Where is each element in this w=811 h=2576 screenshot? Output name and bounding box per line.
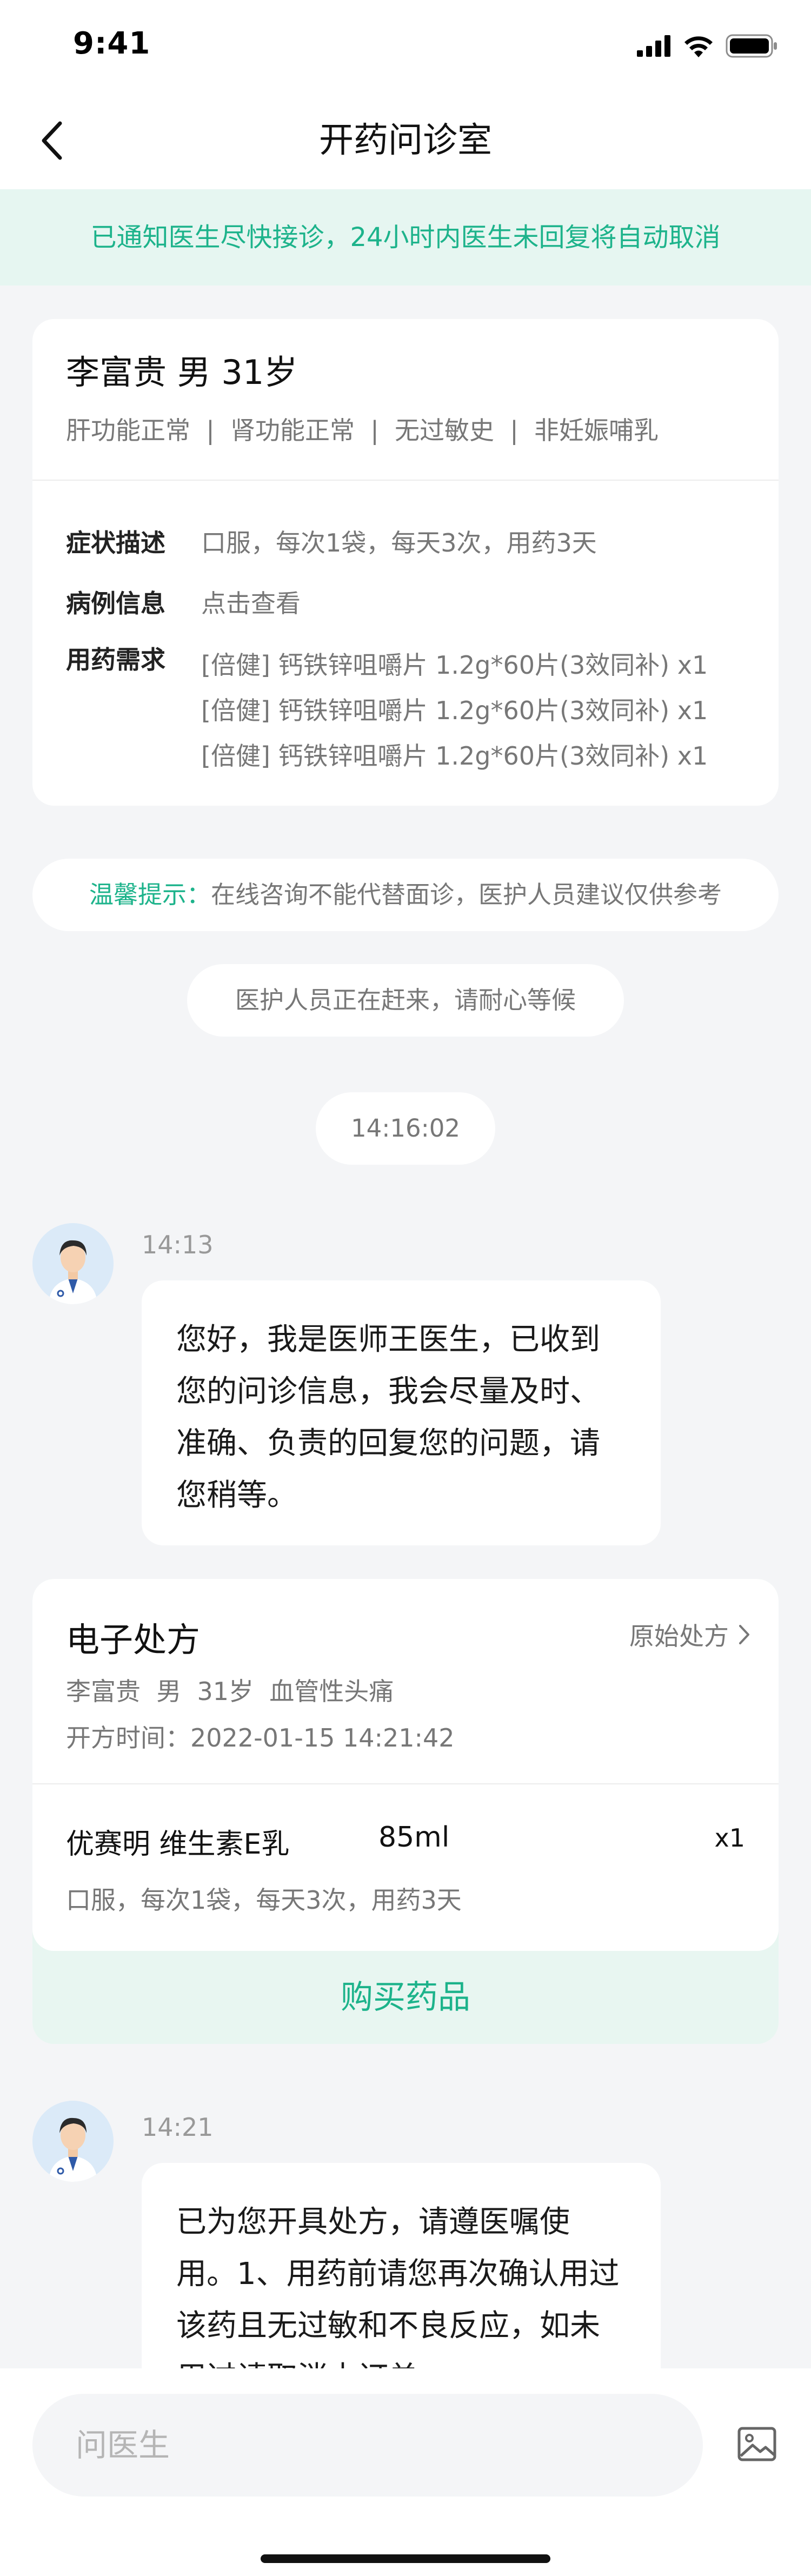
drug-name: 优赛明 维生素E乳 <box>66 1828 290 1861</box>
prescription-date: 开方时间：2022-01-15 14:21:42 <box>66 1723 455 1752</box>
wifi-icon <box>684 36 713 57</box>
drug-usage: 口服，每次1袋，每天3次，用药3天 <box>66 1885 462 1915</box>
prescription-title: 电子处方 <box>66 1620 201 1659</box>
medication-item: [倍健] 钙铁锌咀嚼片 1.2g*60片(3效同补) x1 <box>201 650 708 680</box>
chevron-left-icon <box>42 121 62 160</box>
patient-info-card: 李富贵 男 31岁 肝功能正常 | 肾功能正常 | 无过敏史 | 非妊娠哺乳 症… <box>32 319 779 806</box>
divider <box>32 480 779 481</box>
image-upload-button[interactable] <box>736 2424 777 2465</box>
medication-needs-label: 用药需求 <box>66 645 165 674</box>
case-info-label: 病例信息 <box>66 589 165 618</box>
doctor-avatar[interactable] <box>32 1223 114 1304</box>
message-time: 14:13 <box>142 1230 214 1259</box>
symptom-label: 症状描述 <box>66 528 165 557</box>
original-prescription-link[interactable]: 原始处方 <box>629 1617 750 1652</box>
page-title: 开药问诊室 <box>319 121 492 161</box>
input-bar: 问医生 <box>0 2368 811 2576</box>
divider <box>32 1783 779 1784</box>
patient-name: 李富贵 男 31岁 <box>66 353 298 392</box>
doctor-message-bubble: 您好，我是医师王医生，已收到您的问诊信息，我会尽量及时、准确、负责的回复您的问题… <box>142 1280 661 1545</box>
signal-icon <box>637 35 670 57</box>
chat-timestamp: 14:16:02 <box>316 1092 495 1165</box>
original-prescription-label: 原始处方 <box>629 1622 729 1651</box>
ask-doctor-input[interactable]: 问医生 <box>32 2394 703 2497</box>
buy-medicine-button[interactable]: 购买药品 <box>32 1951 779 2044</box>
nav-bar: 开药问诊室 <box>0 92 811 189</box>
status-icons <box>637 32 779 59</box>
doctor-avatar[interactable] <box>32 2101 114 2182</box>
back-button[interactable] <box>30 114 73 168</box>
message-time: 14:21 <box>142 2113 214 2142</box>
warm-tip-text: 在线咨询不能代替面诊，医护人员建议仅供参考 <box>211 880 722 909</box>
symptom-value: 口服，每次1袋，每天3次，用药3天 <box>201 528 597 557</box>
status-bar: 9:41 <box>0 0 811 92</box>
warm-tip-label: 温馨提示： <box>89 880 211 909</box>
drug-volume: 85ml <box>378 1821 450 1854</box>
waiting-status: 医护人员正在赶来，请耐心等候 <box>187 964 624 1037</box>
patient-health-status: 肝功能正常 | 肾功能正常 | 无过敏史 | 非妊娠哺乳 <box>66 416 659 445</box>
view-case-link[interactable]: 点击查看 <box>201 584 301 620</box>
home-indicator <box>261 2554 550 2563</box>
doctor-icon <box>32 2101 114 2182</box>
medication-item: [倍健] 钙铁锌咀嚼片 1.2g*60片(3效同补) x1 <box>201 696 708 725</box>
prescription-patient: 李富贵 男 31岁 血管性头痛 <box>66 1677 394 1706</box>
doctor-icon <box>32 1223 114 1304</box>
prescription-card: 电子处方 原始处方 李富贵 男 31岁 血管性头痛 开方时间：2022-01-1… <box>32 1579 779 2044</box>
auto-cancel-notice: 已通知医生尽快接诊，24小时内医生未回复将自动取消 <box>0 189 811 286</box>
image-icon <box>737 2427 776 2461</box>
battery-icon <box>726 34 777 58</box>
warm-tip: 温馨提示：在线咨询不能代替面诊，医护人员建议仅供参考 <box>32 859 779 931</box>
drug-quantity: x1 <box>714 1823 746 1853</box>
status-time: 9:41 <box>73 26 151 61</box>
chevron-right-icon <box>739 1625 749 1644</box>
prescription-details: 电子处方 原始处方 李富贵 男 31岁 血管性头痛 开方时间：2022-01-1… <box>32 1579 779 1951</box>
medication-item: [倍健] 钙铁锌咀嚼片 1.2g*60片(3效同补) x1 <box>201 741 708 771</box>
